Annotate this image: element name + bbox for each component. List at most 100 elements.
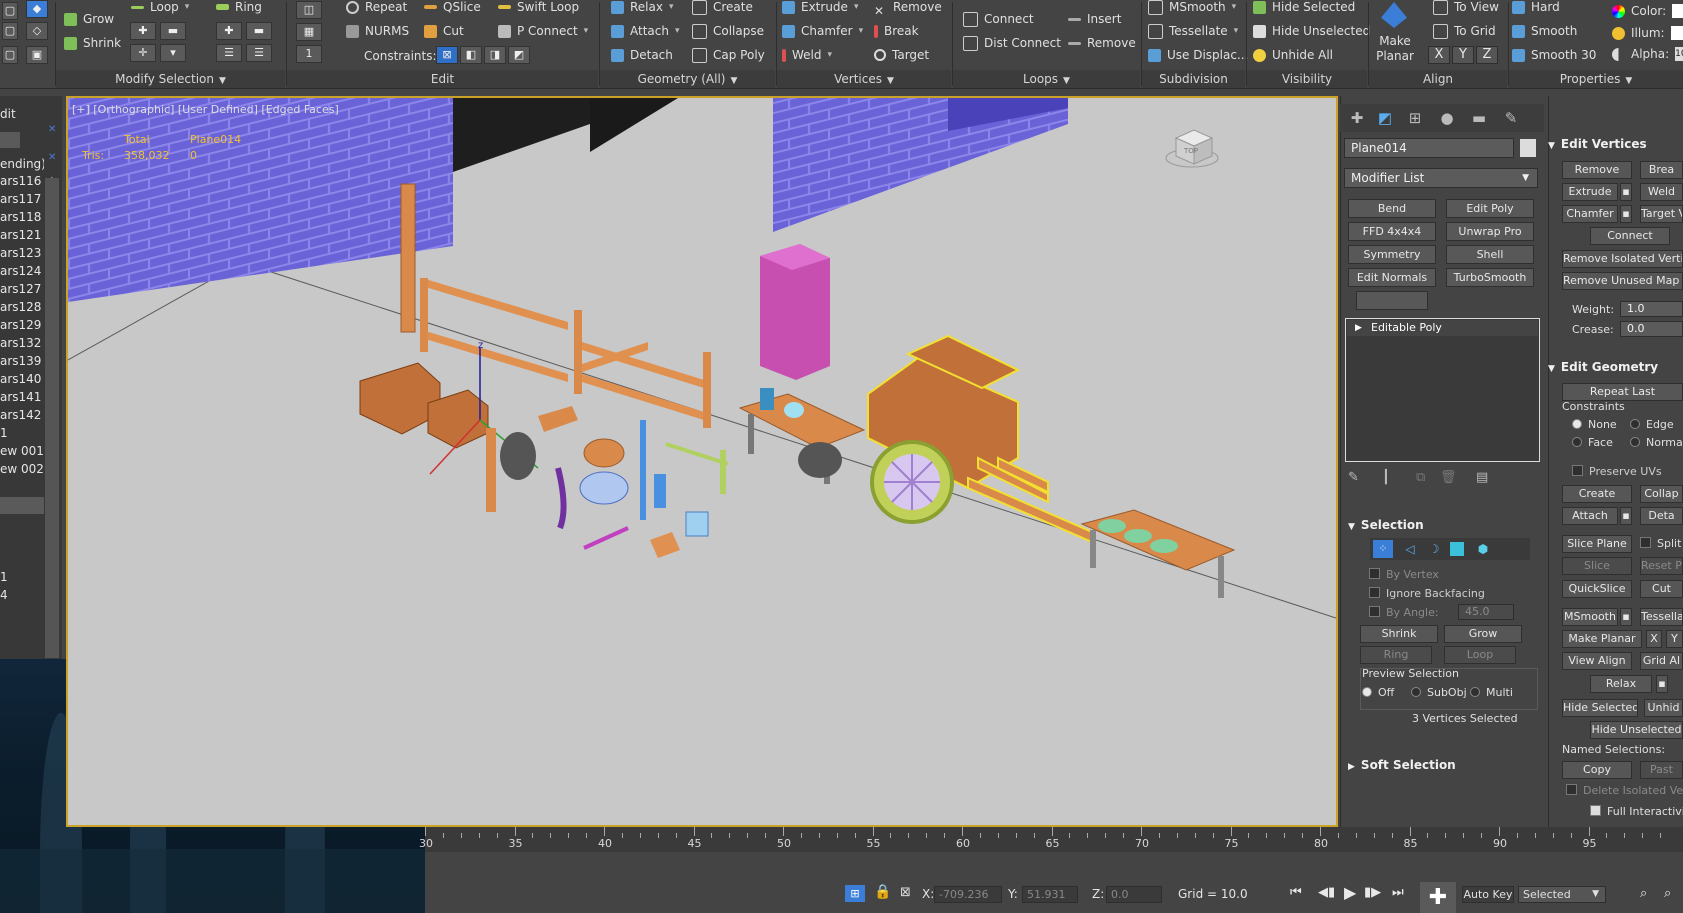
constraint-none-icon[interactable]: ⊠: [436, 46, 458, 64]
vertices-group[interactable]: Vertices ▼: [777, 70, 951, 88]
relax-geometry-button[interactable]: Relax: [1590, 675, 1652, 693]
hard-button[interactable]: Hard: [1512, 0, 1560, 17]
reset-plane-button[interactable]: Reset Pl: [1640, 557, 1683, 575]
selection-lock-icon[interactable]: ⊞: [845, 885, 865, 902]
view-align-button[interactable]: View Align: [1562, 652, 1632, 670]
weld-vertex-button[interactable]: Weld: [1640, 183, 1683, 201]
preserve-uv-button[interactable]: ◫: [296, 1, 322, 19]
loop-options-button[interactable]: ▾: [160, 44, 186, 62]
repeat-last-button[interactable]: Repeat Last: [1562, 383, 1683, 401]
align-x-button[interactable]: X: [1428, 46, 1450, 64]
modifier-ffd-button[interactable]: FFD 4x4x4: [1348, 222, 1436, 241]
extrude-settings-icon[interactable]: ▪: [1620, 183, 1632, 201]
swift-loop-button[interactable]: Swift Loop: [498, 0, 579, 17]
hide-selected-geometry-button[interactable]: Hide Selected: [1562, 699, 1638, 717]
modifier-edit-normals-button[interactable]: Edit Normals: [1348, 268, 1436, 287]
list-item[interactable]: ending): [0, 156, 44, 173]
scene-list-item[interactable]: ars129: [0, 317, 44, 334]
remove-vertex-button[interactable]: Remove: [1562, 161, 1632, 179]
make-planar-geometry-button[interactable]: Make Planar: [1562, 630, 1642, 648]
by-vertex-checkbox[interactable]: By Vertex: [1369, 568, 1439, 581]
close-icon[interactable]: ✕: [48, 152, 56, 163]
play-icon[interactable]: ▶: [1344, 883, 1356, 902]
auto-key-button[interactable]: Auto Key: [1462, 886, 1514, 903]
scene-list-item[interactable]: 1: [0, 425, 44, 442]
scene-list-item[interactable]: ars132: [0, 335, 44, 352]
planar-y-button[interactable]: Y: [1666, 630, 1683, 648]
alpha-field[interactable]: Alpha:10: [1612, 44, 1683, 64]
scene-list-item[interactable]: 4: [0, 587, 44, 604]
previous-frame-icon[interactable]: ◀▮: [1318, 885, 1335, 900]
border-mode-icon[interactable]: ☽: [1424, 540, 1444, 558]
break-vertex-button[interactable]: Brea: [1640, 161, 1683, 179]
preview-multi-radio[interactable]: Multi: [1470, 686, 1513, 699]
stack-item-editable-poly[interactable]: ▶ Editable Poly: [1347, 320, 1538, 336]
dist-connect-button[interactable]: Dist Connect: [963, 33, 1061, 53]
break-button[interactable]: Break: [874, 21, 919, 41]
slice-button[interactable]: Slice: [1562, 557, 1632, 575]
detach-geometry-button[interactable]: Deta: [1640, 507, 1683, 525]
edit-group[interactable]: Edit: [287, 70, 598, 88]
preserve-uvs-checkbox[interactable]: Preserve UVs: [1572, 465, 1662, 478]
unhide-geometry-button[interactable]: Unhid: [1644, 699, 1683, 717]
collapse-button[interactable]: Collapse: [692, 21, 764, 41]
extrude-vertex-button[interactable]: Extrude: [1562, 183, 1618, 201]
chamfer-vertex-button[interactable]: Chamfer: [1562, 205, 1618, 223]
attach-geometry-button[interactable]: Attach: [1562, 507, 1618, 525]
shrink-button[interactable]: Shrink: [64, 33, 121, 53]
modifier-unwrap-button[interactable]: Unwrap Pro: [1446, 222, 1534, 241]
modifier-turbosmooth-button[interactable]: TurboSmooth: [1446, 268, 1534, 287]
spinner-field[interactable]: 1: [296, 45, 322, 63]
select-icon[interactable]: ▢: [2, 22, 18, 40]
cut-geometry-button[interactable]: Cut: [1640, 580, 1683, 598]
show-end-result-icon[interactable]: ┃: [1382, 470, 1390, 485]
modifier-empty-button[interactable]: [1356, 291, 1428, 310]
cut-button[interactable]: Cut: [424, 21, 464, 41]
viewport-label[interactable]: [+] [Orthographic] [User Defined] [Edged…: [72, 103, 339, 116]
remove-button[interactable]: ✕ Remove: [874, 0, 942, 18]
remove-isolated-button[interactable]: Remove Isolated Verti: [1562, 250, 1683, 268]
scene-list-item[interactable]: ars118: [0, 209, 44, 226]
color-swatch[interactable]: [1672, 4, 1683, 18]
delete-isolated-checkbox[interactable]: Delete Isolated Vertic: [1566, 784, 1683, 797]
msmooth-settings-icon[interactable]: ▪: [1620, 608, 1632, 626]
chamfer-settings-icon[interactable]: ▪: [1620, 205, 1632, 223]
scene-list-item[interactable]: ars141: [0, 389, 44, 406]
target-button[interactable]: Target: [874, 45, 929, 65]
create-button[interactable]: Create: [692, 0, 753, 17]
go-to-end-icon[interactable]: ⏭: [1392, 885, 1404, 900]
polygon-mode-icon[interactable]: [1450, 542, 1464, 556]
z-coord-input[interactable]: 0.0: [1106, 886, 1162, 903]
vertex-mode-icon[interactable]: ◆: [26, 0, 48, 18]
timeline[interactable]: 30 35 40 45 50 55 60 65 70 75 80 85 90 95: [419, 827, 1683, 852]
remove-unused-map-button[interactable]: Remove Unused Map V: [1562, 272, 1683, 290]
loop-button[interactable]: Loop: [1444, 646, 1516, 664]
geometry-group[interactable]: Geometry (All) ▼: [600, 70, 775, 88]
trash-icon[interactable]: 🗑: [1440, 470, 1457, 485]
align-z-button[interactable]: Z: [1476, 46, 1498, 64]
chamfer-button[interactable]: Chamfer ▾: [782, 21, 863, 41]
copy-button[interactable]: Copy: [1562, 761, 1632, 779]
make-planar-button[interactable]: Make Planar: [1371, 34, 1419, 64]
msmooth-geometry-button[interactable]: MSmooth: [1562, 608, 1618, 626]
modify-tab-icon[interactable]: ◩: [1376, 110, 1394, 126]
scene-list-item[interactable]: ars127: [0, 281, 44, 298]
illum-swatch[interactable]: [1670, 26, 1683, 40]
utilities-tab-icon[interactable]: ✎: [1502, 110, 1520, 126]
paste-button[interactable]: Past: [1640, 761, 1683, 779]
zoom-icon[interactable]: ⌕: [1640, 886, 1647, 901]
select-icon[interactable]: ▢: [2, 46, 18, 64]
constraint-face-radio[interactable]: Face: [1572, 436, 1613, 449]
modifier-shell-button[interactable]: Shell: [1446, 245, 1534, 264]
edit-vertices-rollout-title[interactable]: ▼ Edit Vertices: [1548, 137, 1647, 151]
go-to-start-icon[interactable]: ⏮: [1290, 885, 1302, 900]
cap-poly-button[interactable]: Cap Poly: [692, 45, 765, 65]
crease-input[interactable]: 0.0: [1620, 321, 1683, 337]
ring-shrink-button[interactable]: ▬: [246, 22, 272, 40]
scene-list-item[interactable]: [0, 479, 44, 496]
scene-list-item[interactable]: ars116: [0, 173, 44, 190]
loop-button[interactable]: Loop ▾: [131, 0, 189, 17]
preview-off-radio[interactable]: Off: [1362, 686, 1394, 699]
element-mode-icon[interactable]: ⬢: [1474, 540, 1492, 558]
target-weld-button[interactable]: Target V: [1640, 205, 1683, 223]
